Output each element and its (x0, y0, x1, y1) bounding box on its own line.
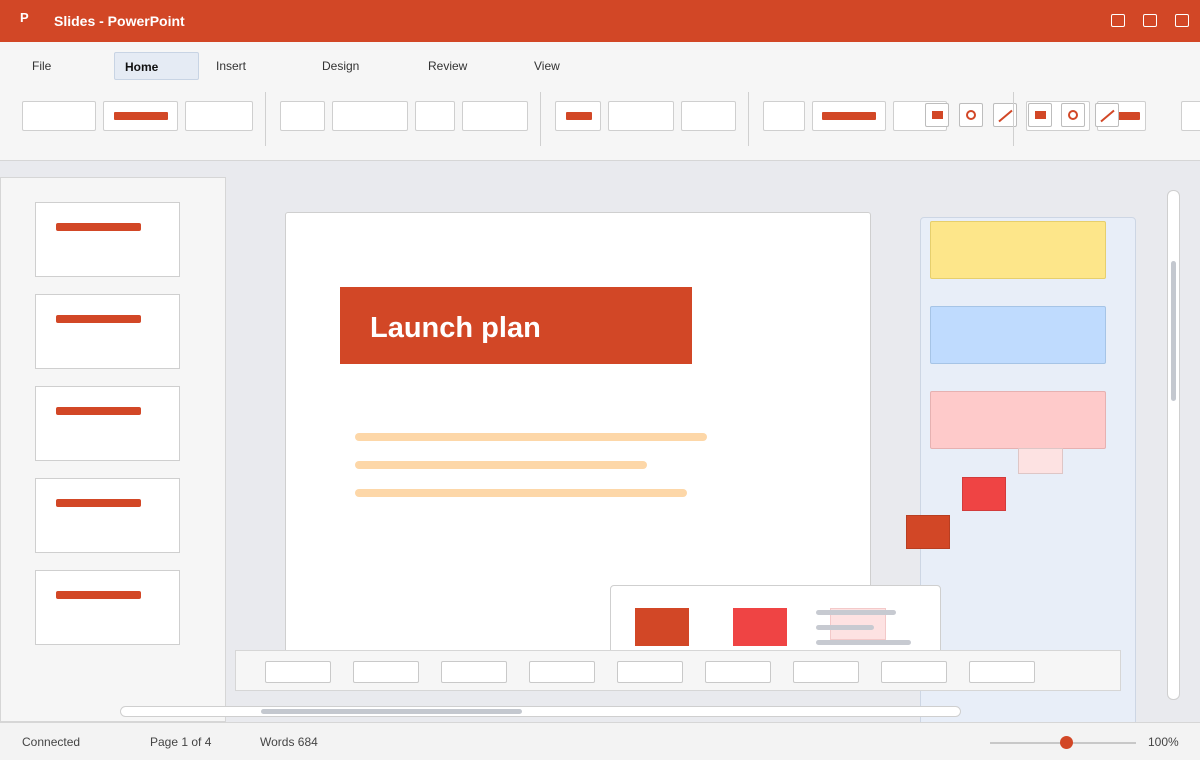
toolbar-button[interactable] (353, 661, 419, 683)
slide-thumbnail[interactable] (35, 386, 180, 461)
slide-thumbnail-pane (0, 177, 226, 722)
toolbar-button[interactable] (617, 661, 683, 683)
shape-oval-icon[interactable] (959, 103, 983, 127)
window-title: Slides - PowerPoint (54, 13, 185, 29)
ribbon-button[interactable] (103, 101, 178, 131)
zoom-level[interactable]: 100% (1148, 735, 1179, 749)
ribbon-separator (265, 92, 266, 146)
ribbon-button[interactable] (280, 101, 325, 131)
connection-status: Connected (22, 735, 81, 749)
tab-insert[interactable]: Insert (206, 52, 256, 80)
text-line (816, 610, 896, 615)
shape-oval-icon[interactable] (1061, 103, 1085, 127)
shape-line-icon[interactable] (1095, 103, 1119, 127)
toolbar-button[interactable] (705, 661, 771, 683)
toolbar-button[interactable] (441, 661, 507, 683)
zoom-slider-handle[interactable] (1060, 736, 1073, 749)
tab-design[interactable]: Design (312, 52, 369, 80)
horizontal-scroll-thumb[interactable] (261, 709, 522, 714)
slide-thumbnail[interactable] (35, 202, 180, 277)
ribbon: File Home Insert Design Review View (0, 42, 1200, 161)
floating-shape[interactable] (962, 477, 1006, 511)
shape-rectangle-icon[interactable] (925, 103, 949, 127)
ribbon-button[interactable] (681, 101, 736, 131)
toolbar-button[interactable] (265, 661, 331, 683)
maximize-icon[interactable] (1143, 14, 1157, 27)
status-bar: Connected Page 1 of 4 Words 684 100% (0, 722, 1200, 760)
ribbon-separator (1013, 92, 1014, 146)
ribbon-separator (540, 92, 541, 146)
toolbar-button[interactable] (881, 661, 947, 683)
slide-title-box[interactable]: Launch plan (340, 287, 692, 364)
body-text-line (355, 461, 647, 469)
floating-shape[interactable] (1018, 448, 1063, 474)
ribbon-button[interactable] (415, 101, 455, 131)
toolbar-button[interactable] (969, 661, 1035, 683)
ribbon-separator (748, 92, 749, 146)
text-line (816, 625, 874, 630)
slide-title: Launch plan (370, 312, 541, 344)
ribbon-button[interactable] (608, 101, 674, 131)
app-icon: P (20, 10, 29, 25)
text-line (816, 640, 911, 645)
design-swatch-yellow[interactable] (930, 221, 1106, 279)
toolbar-button[interactable] (793, 661, 859, 683)
ribbon-button[interactable] (763, 101, 805, 131)
title-bar: P Slides - PowerPoint (0, 0, 1200, 42)
slide-thumbnail[interactable] (35, 478, 180, 553)
vertical-scrollbar[interactable] (1167, 190, 1180, 700)
minimize-icon[interactable] (1111, 14, 1125, 27)
shape-option[interactable] (733, 608, 787, 646)
ribbon-button[interactable] (812, 101, 886, 131)
tab-view[interactable]: View (524, 52, 570, 80)
bottom-toolbar (235, 650, 1121, 691)
ribbon-button[interactable] (332, 101, 408, 131)
horizontal-scrollbar[interactable] (120, 706, 961, 717)
ribbon-button[interactable] (1181, 101, 1200, 131)
shape-option[interactable] (635, 608, 689, 646)
body-text-line (355, 489, 687, 497)
ribbon-button[interactable] (185, 101, 253, 131)
tab-file[interactable]: File (22, 52, 61, 80)
toolbar-button[interactable] (529, 661, 595, 683)
word-count: Words 684 (260, 735, 318, 749)
ribbon-button[interactable] (22, 101, 96, 131)
tab-home[interactable]: Home (114, 52, 199, 80)
tab-review[interactable]: Review (418, 52, 477, 80)
design-swatch-blue[interactable] (930, 306, 1106, 364)
body-text-line (355, 433, 707, 441)
slide-thumbnail[interactable] (35, 294, 180, 369)
page-indicator: Page 1 of 4 (150, 735, 212, 749)
ribbon-button[interactable] (555, 101, 601, 131)
close-icon[interactable] (1175, 14, 1189, 27)
ribbon-button[interactable] (462, 101, 528, 131)
floating-shape[interactable] (906, 515, 950, 549)
slide-thumbnail[interactable] (35, 570, 180, 645)
design-swatch-pink[interactable] (930, 391, 1106, 449)
shape-rectangle-icon[interactable] (1028, 103, 1052, 127)
vertical-scroll-thumb[interactable] (1171, 261, 1176, 401)
